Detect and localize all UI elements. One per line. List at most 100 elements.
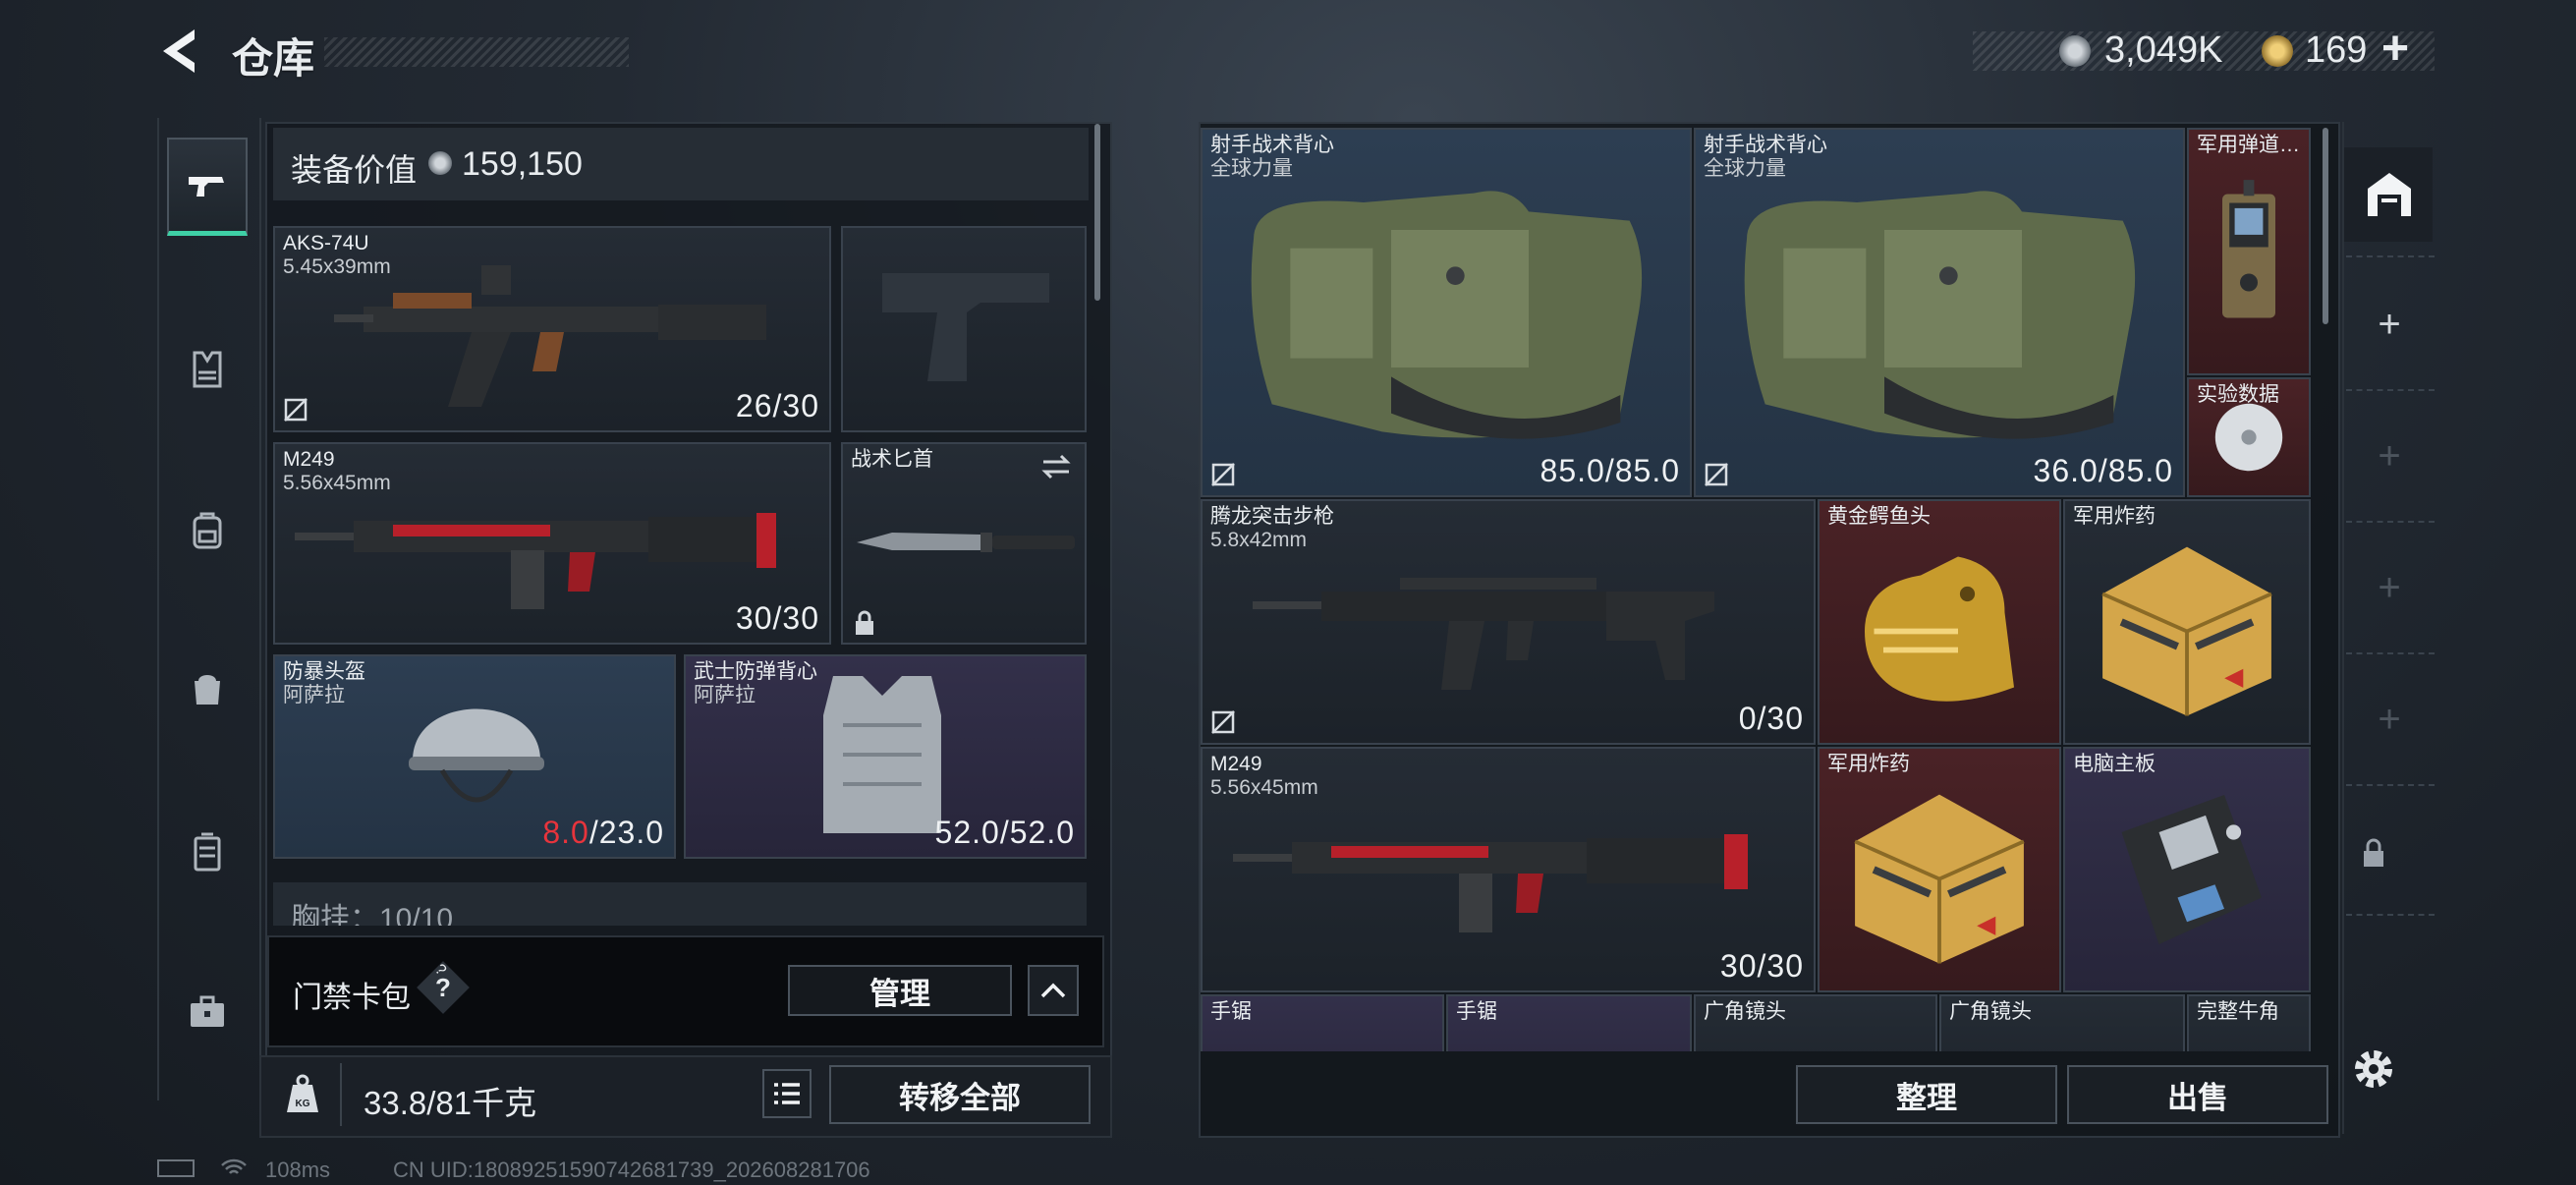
item-sub: 全球力量 [1210,157,1293,180]
stash-rail [2342,122,2438,1134]
rail-divider [2346,784,2435,786]
item-durability: 30/30 [1719,948,1804,984]
item-name: 电脑主板 [2073,753,2156,775]
stash-item[interactable]: 射手战术背心 全球力量 85.0/85.0 [1201,128,1692,497]
warehouse-icon [2368,173,2411,216]
weight-icon: KG [281,1073,324,1116]
stash-item[interactable]: M249 5.56x45mm 30/30 [1201,747,1816,992]
item-name: 广角镜头 [1704,1000,1786,1023]
sell-button[interactable]: 出售 [2067,1065,2328,1124]
chevron-up-icon [1040,983,1066,998]
board-item-icon [2065,749,2309,990]
manage-button[interactable]: 管理 [788,965,1012,1016]
rail-divider [2346,652,2435,654]
wifi-icon [220,1157,248,1179]
lock-icon [856,610,873,635]
stash-item[interactable]: 军用炸药 [1818,747,2061,992]
melee-slot[interactable]: 战术匕首 [841,442,1087,645]
vest-item-icon [1696,130,2183,495]
battery-icon [157,1159,195,1177]
add-currency-button[interactable]: + [2381,22,2409,76]
back-arrow-icon [163,29,195,73]
stash-item[interactable]: 广角镜头 [1694,994,1937,1051]
secondary-weapon-slot[interactable]: M249 5.56x45mm 30/30 [273,442,831,645]
loadout-scrollbar[interactable] [1094,124,1100,301]
stash-item[interactable]: 广角镜头 [1939,994,2185,1051]
header-decor [324,37,629,67]
stash-item[interactable]: 手锯 [1201,994,1444,1051]
item-sub: 5.8x42mm [1210,529,1308,551]
item-sub: 阿萨拉 [694,684,756,706]
item-durability: 26/30 [735,388,819,423]
no-insure-icon [1211,463,1235,486]
weight-divider [340,1063,342,1126]
stash-item[interactable]: 军用炸药 [2063,499,2311,745]
primary-weapon-slot[interactable]: AKS-74U 5.45x39mm 26/30 [273,226,831,432]
lmg-icon [295,513,776,609]
bond-balance: 169 [2305,29,2368,71]
keycard-label: 门禁卡包 [293,982,411,1014]
item-name: 手锯 [1456,1000,1497,1023]
weight-current: 33.8 [364,1085,427,1121]
tab-backpack[interactable] [167,481,248,580]
item-sub: 全球力量 [1704,157,1786,180]
tab-rail [157,118,261,1100]
weight-readout: 33.8/81千克 [364,1077,536,1124]
pouch-icon [195,675,220,705]
tab-case[interactable] [167,804,248,902]
stash-item[interactable]: 电脑主板 [2063,747,2311,992]
collapse-button[interactable] [1028,965,1079,1016]
helmet-icon [409,708,544,803]
stash-item[interactable]: 实验数据 [2187,377,2311,497]
stash-scrollbar[interactable] [2323,128,2328,324]
tab-toolbox[interactable] [167,963,248,1061]
value-coin-icon [428,151,452,175]
back-button[interactable] [155,24,204,79]
pistol-icon [189,176,224,197]
stash-item[interactable]: 黄金鳄鱼头 [1818,499,2061,745]
item-name: 完整牛角 [2197,1000,2279,1023]
item-durability: 0/30 [1738,701,1804,736]
item-durability: 36.0/85.0 [2033,453,2173,488]
stash-grid: 射手战术背心 全球力量 85.0/85.0 射手战术背心 全球力量 36.0/85.0 军用… [1201,128,2317,1051]
rail-divider [2346,914,2435,916]
add-stash-button[interactable]: + [2366,564,2413,611]
tab-weapons[interactable] [167,138,248,236]
stash-item[interactable]: 腾龙突击步枪 5.8x42mm 0/30 [1201,499,1816,745]
sort-button[interactable]: 整理 [1796,1065,2057,1124]
add-stash-button[interactable]: + [2366,432,2413,480]
tab-vest[interactable] [167,320,248,419]
chest-rig-label: 胸挂：10/10 [291,903,454,926]
no-insure-icon [284,398,308,422]
locked-stash-icon [2360,837,2387,869]
tab-pouch[interactable] [167,639,248,737]
item-sub: 阿萨拉 [283,684,345,706]
list-view-button[interactable] [762,1069,812,1118]
item-name: 射手战术背心 [1210,134,1334,156]
page-title: 仓库 [232,35,315,82]
helmet-slot[interactable]: 防暴头盔 阿萨拉 8.0/23.0 [273,654,676,859]
stash-item[interactable]: 手锯 [1446,994,1692,1051]
item-name: 手锯 [1210,1000,1252,1023]
stash-home-tab[interactable] [2344,147,2433,242]
stash-item[interactable]: 射手战术背心 全球力量 36.0/85.0 [1694,128,2185,497]
chest-rig-row[interactable]: 胸挂：10/10 [273,882,1087,926]
rail-divider [2346,521,2435,523]
stash-item[interactable]: 完整牛角 [2187,994,2311,1051]
armor-slot[interactable]: 武士防弹背心 阿萨拉 52.0/52.0 [684,654,1087,859]
coin-icon [2059,35,2091,67]
settings-icon[interactable] [2348,1044,2399,1095]
gold-item-icon [1820,501,2059,743]
item-name: 实验数据 [2197,383,2279,406]
pistol-slot[interactable] [841,226,1087,432]
swap-icon[interactable] [1039,452,1073,481]
transfer-all-button[interactable]: 转移全部 [829,1065,1091,1124]
item-name: 军用炸药 [1827,753,1910,775]
vest-item-icon [823,676,941,833]
weight-max: /81千克 [426,1085,537,1121]
stash-item[interactable]: 军用弹道… [2187,128,2311,375]
item-name: 防暴头盔 [283,660,365,683]
add-stash-button[interactable]: + [2366,696,2413,743]
add-stash-button[interactable]: + [2366,301,2413,348]
ping: 108ms [265,1157,331,1182]
